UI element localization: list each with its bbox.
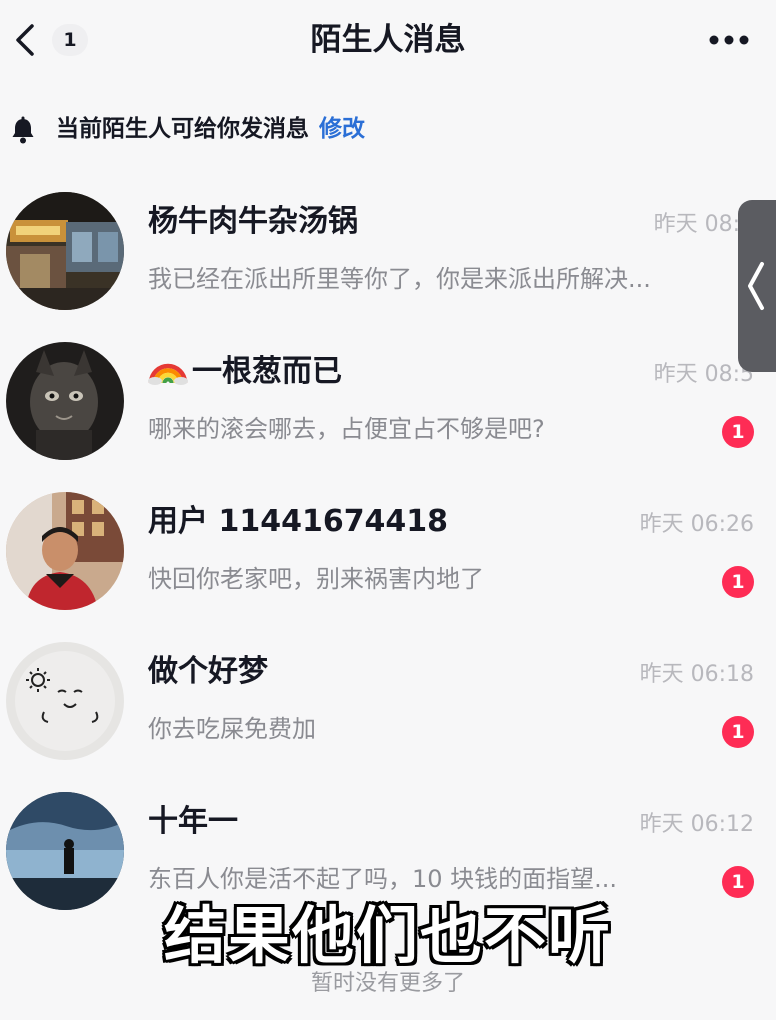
conversation-row[interactable]: 一根葱而已 昨天 08:5 哪来的滚会哪去，占便宜占不够是吧? 1 [0, 330, 776, 480]
conversation-row[interactable]: 杨牛肉牛杂汤锅 昨天 08:5 我已经在派出所里等你了，你是来派出所解决... [0, 180, 776, 330]
avatar [6, 792, 124, 910]
message-preview: 你去吃屎免费加 [148, 715, 316, 743]
bell-icon [10, 116, 36, 144]
message-preview: 快回你老家吧，别来祸害内地了 [148, 565, 484, 593]
message-preview: 哪来的滚会哪去，占便宜占不够是吧? [148, 415, 545, 443]
unread-badge: 1 [722, 716, 754, 748]
more-horizontal-icon [709, 35, 749, 45]
avatar [6, 192, 124, 310]
unread-badge: 1 [722, 866, 754, 898]
contact-name-text: 一根葱而已 [192, 354, 342, 389]
notice-text: 当前陌生人可给你发消息 修改 [56, 112, 365, 146]
contact-name: 做个好梦 [148, 654, 268, 689]
contact-name: 杨牛肉牛杂汤锅 [148, 204, 358, 239]
avatar [6, 642, 124, 760]
avatar [6, 342, 124, 460]
conversation-row[interactable]: 用户 11441674418 昨天 06:26 快回你老家吧，别来祸害内地了 1 [0, 480, 776, 630]
message-time: 昨天 06:26 [639, 512, 754, 537]
message-time: 昨天 06:18 [639, 662, 754, 687]
message-time: 昨天 06:12 [639, 812, 754, 837]
unread-badge: 1 [722, 416, 754, 448]
message-preview: 东百人你是活不起了吗，10 块钱的面指望... [148, 865, 618, 893]
conversation-row[interactable]: 做个好梦 昨天 06:18 你去吃屎免费加 1 [0, 630, 776, 780]
message-preview: 我已经在派出所里等你了，你是来派出所解决... [148, 265, 651, 293]
contact-name: 用户 11441674418 [148, 504, 449, 539]
unread-badge: 1 [722, 566, 754, 598]
stranger-message-notice: 当前陌生人可给你发消息 修改 [0, 104, 776, 154]
more-button[interactable] [708, 32, 750, 46]
chevron-left-icon [748, 262, 764, 310]
notice-label: 当前陌生人可给你发消息 [56, 116, 309, 142]
contact-name: 一根葱而已 [148, 352, 342, 392]
avatar [6, 492, 124, 610]
top-bar: 1 陌生人消息 [0, 0, 776, 86]
side-drawer-handle[interactable] [738, 200, 776, 372]
rainbow-icon [148, 353, 188, 385]
contact-name: 十年一 [148, 804, 238, 839]
modify-link[interactable]: 修改 [319, 116, 365, 142]
page-title: 陌生人消息 [310, 22, 466, 58]
video-subtitle: 结果他们也不听 [163, 899, 612, 972]
